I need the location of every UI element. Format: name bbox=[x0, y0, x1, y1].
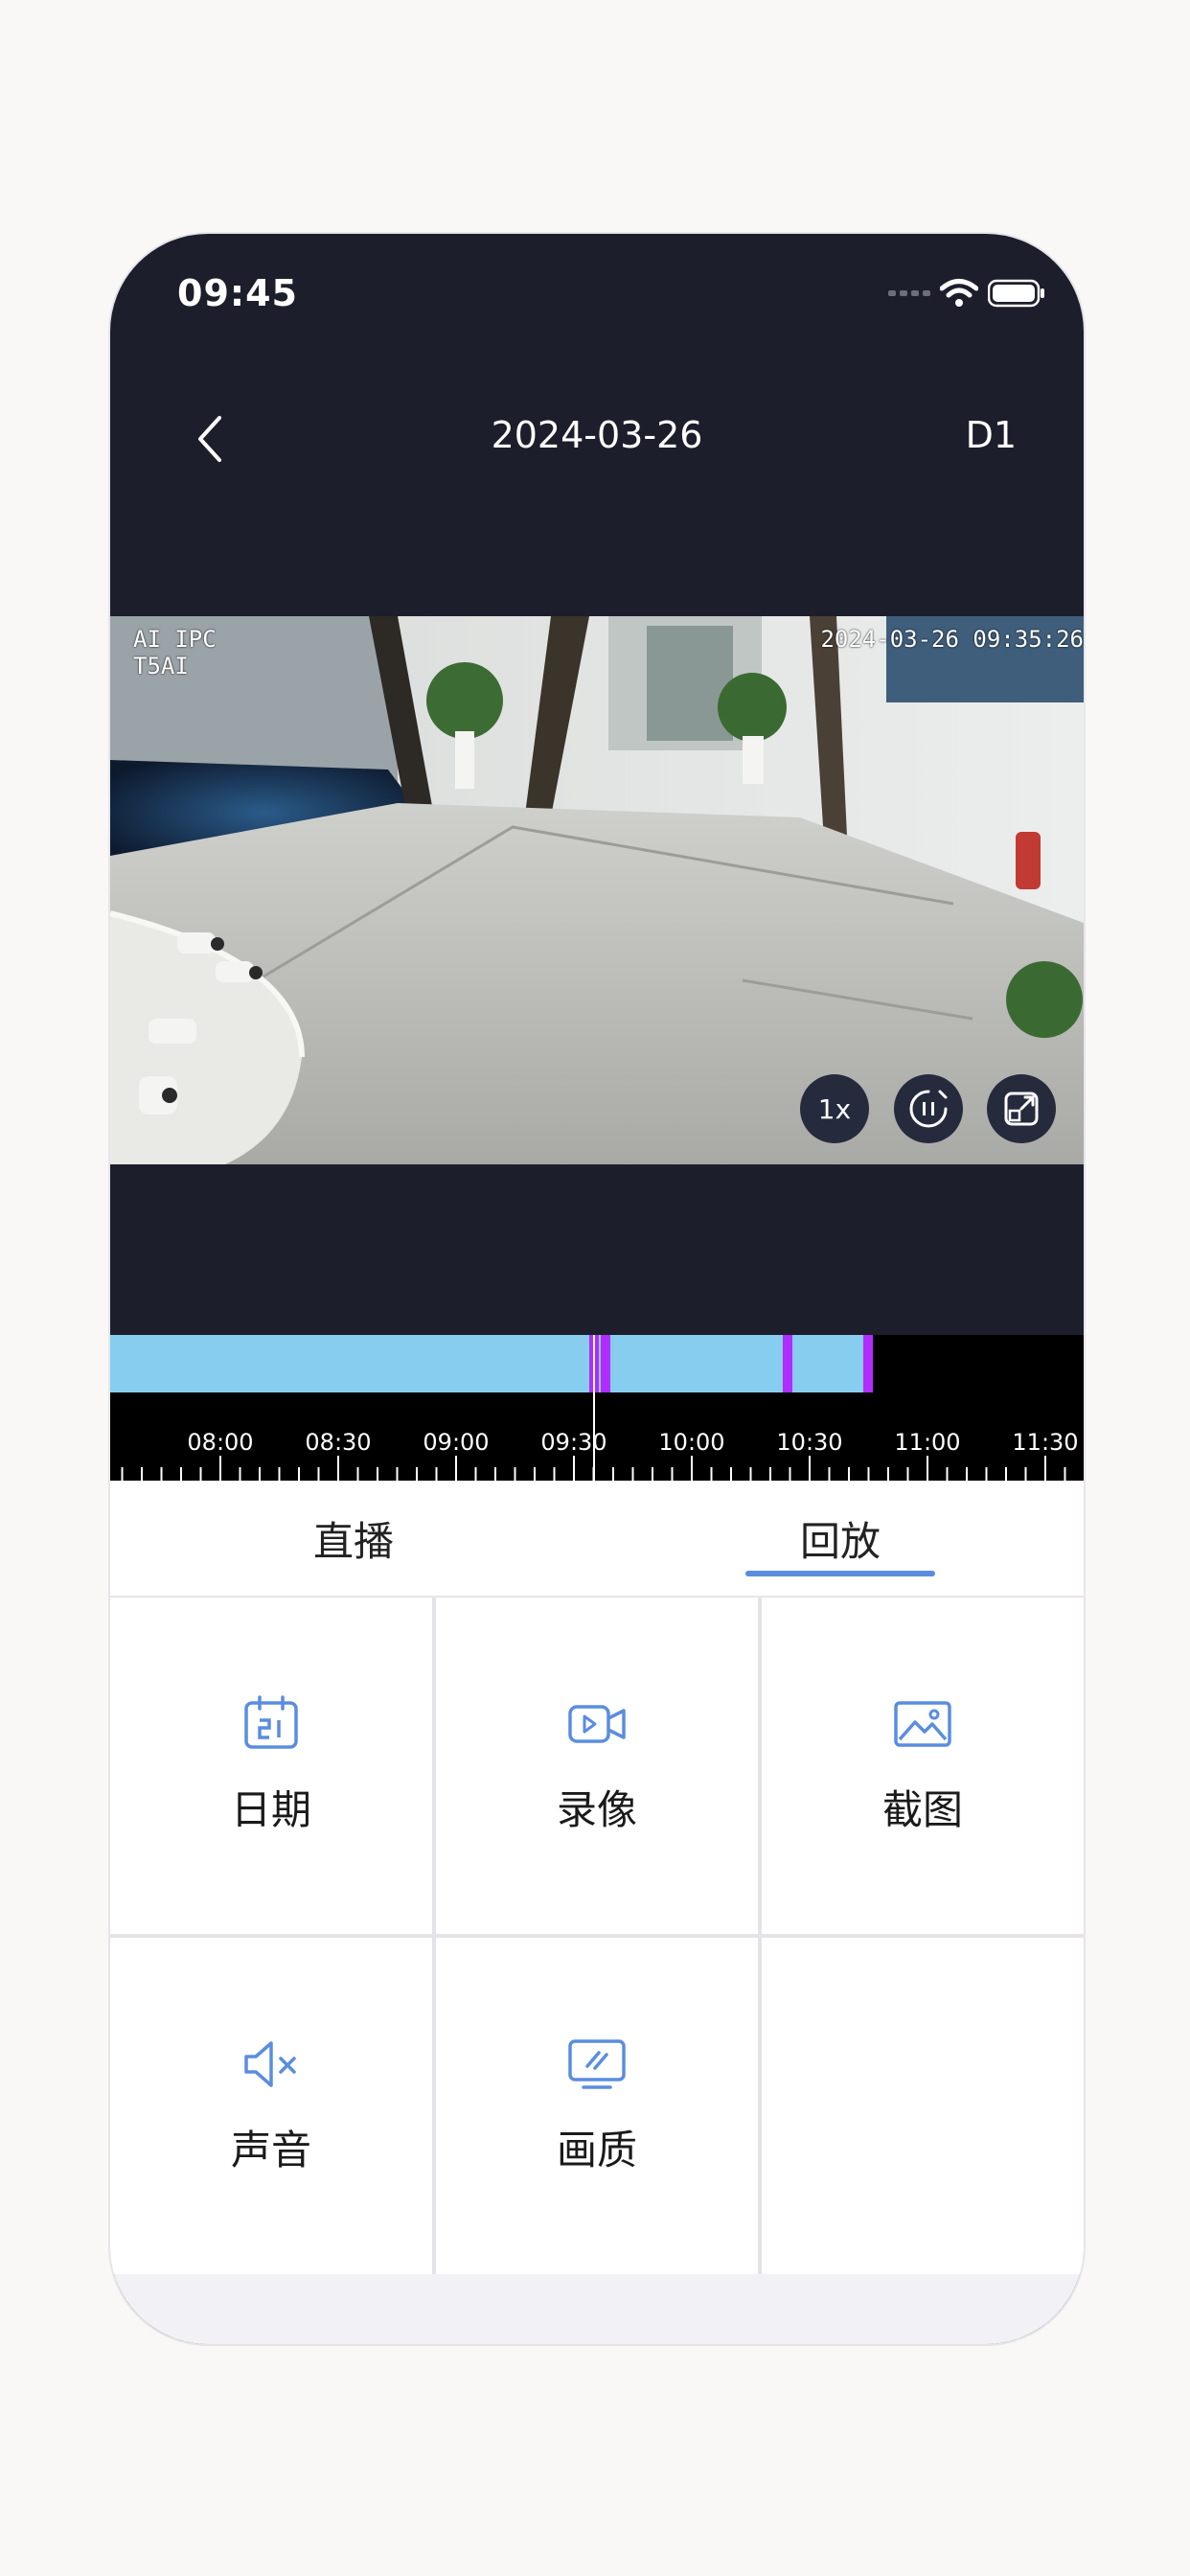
monitor-hd-icon bbox=[568, 2039, 626, 2089]
record-button[interactable]: 录像 bbox=[436, 1598, 758, 1934]
timeline-ruler bbox=[121, 1456, 1066, 1481]
quality-button[interactable]: 画质 bbox=[436, 1938, 758, 2274]
osd-line-1: AI IPC bbox=[133, 626, 217, 653]
video-camera-icon bbox=[568, 1705, 626, 1743]
fullscreen-button[interactable] bbox=[987, 1074, 1056, 1143]
tick-label: 11:30 bbox=[1012, 1429, 1079, 1456]
empty-cell bbox=[762, 1938, 1084, 2274]
calendar-icon bbox=[244, 1695, 298, 1749]
osd-line-2: T5AI bbox=[133, 653, 189, 679]
wifi-icon bbox=[940, 279, 978, 307]
screenshot-button[interactable]: 截图 bbox=[762, 1598, 1084, 1934]
page-title: 2024-03-26 bbox=[491, 414, 703, 456]
tick-label: 11:00 bbox=[894, 1429, 961, 1456]
action-grid: 日期 录像 截图 声音 画质 bbox=[110, 1598, 1084, 2274]
osd-camera-label: AI IPC T5AI bbox=[133, 626, 217, 679]
speaker-mute-icon bbox=[244, 2041, 296, 2087]
date-button[interactable]: 日期 bbox=[110, 1598, 432, 1934]
osd-timestamp: 2024-03-26 09:35:26 bbox=[820, 626, 1084, 653]
mode-tabs: 直播 回放 bbox=[110, 1481, 1084, 1598]
battery-icon bbox=[988, 279, 1044, 308]
sound-button[interactable]: 声音 bbox=[110, 1938, 432, 2274]
signal-icon bbox=[888, 290, 930, 296]
tick-label: 10:30 bbox=[776, 1429, 843, 1456]
playback-timeline[interactable]: 08:00 08:30 09:00 09:30 10:00 10:30 11:0… bbox=[110, 1335, 1084, 1481]
tick-label: 09:30 bbox=[540, 1429, 607, 1456]
navigation-bar: 2024-03-26 D1 bbox=[110, 349, 1084, 512]
speed-label: 1x bbox=[817, 1092, 852, 1125]
tab-playback[interactable]: 回放 bbox=[597, 1481, 1084, 1596]
status-time: 09:45 bbox=[177, 272, 298, 314]
phone-frame: 09:45 2024-03-26 D1 AI IPC T5AI 2024-03-… bbox=[108, 232, 1086, 2346]
date-label: 日期 bbox=[230, 1786, 311, 1833]
device-label[interactable]: D1 bbox=[966, 414, 1017, 456]
screenshot-label: 截图 bbox=[881, 1786, 963, 1833]
tab-live[interactable]: 直播 bbox=[110, 1481, 597, 1596]
control-panel: 直播 回放 日期 录像 截图 声音 画质 bbox=[110, 1481, 1084, 2344]
tick-label: 08:00 bbox=[187, 1429, 254, 1456]
timeline-playhead[interactable] bbox=[593, 1335, 595, 1481]
tick-label: 09:00 bbox=[423, 1429, 490, 1456]
pause-button[interactable] bbox=[894, 1074, 963, 1143]
pause-icon bbox=[909, 1090, 948, 1128]
active-tab-indicator bbox=[745, 1571, 935, 1576]
tick-label: 08:30 bbox=[305, 1429, 372, 1456]
tick-label: 10:00 bbox=[658, 1429, 725, 1456]
quality-label: 画质 bbox=[556, 2127, 637, 2174]
image-icon bbox=[894, 1701, 951, 1747]
status-bar: 09:45 bbox=[110, 234, 1084, 349]
status-icons bbox=[888, 276, 1045, 310]
video-player[interactable]: AI IPC T5AI 2024-03-26 09:35:26 1x bbox=[110, 616, 1084, 1164]
fullscreen-icon bbox=[1004, 1092, 1039, 1126]
record-label: 录像 bbox=[556, 1786, 637, 1833]
sound-label: 声音 bbox=[230, 2127, 311, 2174]
playback-speed-button[interactable]: 1x bbox=[800, 1074, 869, 1143]
